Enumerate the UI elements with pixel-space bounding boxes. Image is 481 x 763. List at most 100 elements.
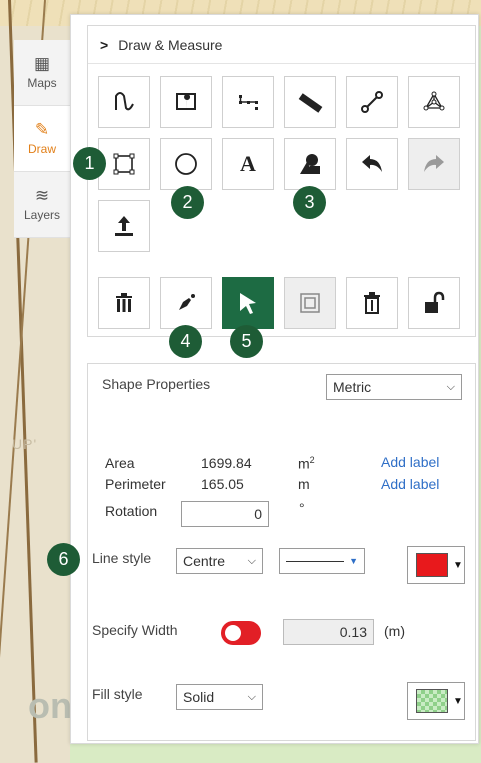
area-unit: m2 xyxy=(298,455,315,472)
map-label: UP' xyxy=(12,436,38,452)
caret-down-icon: ▼ xyxy=(453,695,463,707)
circle-tool-button[interactable] xyxy=(160,138,212,190)
units-value: Metric xyxy=(333,379,372,395)
solid-line-icon xyxy=(286,560,344,562)
rotation-input[interactable]: 0 xyxy=(181,501,269,527)
group-select-icon xyxy=(300,293,320,313)
draw-measure-panel: > Draw & Measure A Shape Properties Metr… xyxy=(70,14,479,744)
area-value: 1699.84 xyxy=(201,455,252,471)
panel-header[interactable]: > Draw & Measure xyxy=(88,26,475,64)
measure-ruler-button[interactable] xyxy=(284,76,336,128)
tab-label: Maps xyxy=(27,76,57,90)
perimeter-value: 165.05 xyxy=(201,476,244,492)
map-label: on xyxy=(28,685,72,726)
text-tool-button[interactable]: A xyxy=(222,138,274,190)
specify-width-toggle[interactable] xyxy=(221,621,261,645)
callout-badge: 2 xyxy=(171,186,204,219)
layers-icon: ≋ xyxy=(34,186,50,205)
rotation-value: 0 xyxy=(254,506,262,522)
line-color-swatch xyxy=(416,553,448,577)
caret-down-icon: ▼ xyxy=(349,556,358,566)
line-position-select[interactable]: Centre ⌵ xyxy=(176,548,263,574)
fill-color-swatch xyxy=(416,689,448,713)
shape-fill-icon xyxy=(300,154,320,174)
toggle-knob xyxy=(225,625,241,641)
redo-button[interactable] xyxy=(408,138,460,190)
chevron-right-icon[interactable]: > xyxy=(100,37,108,53)
shape-properties-title: Shape Properties xyxy=(102,376,211,392)
units-select[interactable]: Metric ⌵ xyxy=(326,374,462,400)
tab-label: Draw xyxy=(27,142,56,156)
caret-down-icon: ▼ xyxy=(453,559,463,571)
edit-shape-button[interactable] xyxy=(160,277,212,329)
callout-badge: 6 xyxy=(47,543,80,576)
callout-badge: 5 xyxy=(230,325,263,358)
shape-properties-card: Shape Properties Metric ⌵ Area 1699.84 m… xyxy=(87,363,476,741)
polygon-tool-button[interactable] xyxy=(408,76,460,128)
area-add-label-link[interactable]: Add label xyxy=(381,454,439,470)
import-button[interactable] xyxy=(98,200,150,252)
panel-title: Draw & Measure xyxy=(118,36,223,53)
undo-button[interactable] xyxy=(346,138,398,190)
width-value: 0.13 xyxy=(339,624,367,640)
redo-icon xyxy=(424,155,444,172)
fill-style-value: Solid xyxy=(183,689,215,705)
line-dash-select[interactable]: ▼ xyxy=(279,548,365,574)
specify-width-label: Specify Width xyxy=(92,622,178,638)
place-marker-icon xyxy=(176,93,196,110)
group-select-button[interactable] xyxy=(284,277,336,329)
tools-card: > Draw & Measure A xyxy=(87,25,476,281)
delete-all-icon xyxy=(116,293,132,312)
chevron-down-icon: ⌵ xyxy=(446,380,455,393)
shape-fill-button[interactable] xyxy=(284,138,336,190)
grid-map-icon: ▦ xyxy=(33,54,51,73)
edit-tools-card xyxy=(87,271,476,337)
freehand-tool-button[interactable] xyxy=(98,76,150,128)
rotation-label: Rotation xyxy=(105,503,158,519)
line-tool-button[interactable] xyxy=(346,76,398,128)
tab-draw[interactable]: ✎ Draw xyxy=(14,106,70,172)
callout-badge: 3 xyxy=(293,186,326,219)
pencil-icon: ✎ xyxy=(34,120,50,139)
line-position-value: Centre xyxy=(183,553,226,569)
chevron-down-icon: ⌵ xyxy=(247,554,256,567)
width-input[interactable]: 0.13 xyxy=(283,619,374,645)
ruler-icon xyxy=(298,93,323,113)
delete-icon xyxy=(364,292,380,314)
delete-button[interactable] xyxy=(346,277,398,329)
callout-badge: 4 xyxy=(169,325,202,358)
path-tool-button[interactable] xyxy=(222,76,274,128)
edit-pen-icon xyxy=(179,294,195,310)
path-nodes-icon xyxy=(239,95,258,110)
width-unit: (m) xyxy=(384,623,405,639)
chevron-down-icon: ⌵ xyxy=(247,690,256,703)
circle-icon xyxy=(175,153,197,175)
area-label: Area xyxy=(105,455,135,471)
text-icon: A xyxy=(240,151,256,176)
polygon-vertices-icon xyxy=(423,91,445,111)
unlock-icon xyxy=(425,291,445,313)
fill-color-button[interactable]: ▼ xyxy=(407,682,465,720)
perimeter-label: Perimeter xyxy=(105,476,166,492)
rectangle-icon xyxy=(113,153,135,175)
select-pointer-icon xyxy=(240,293,256,314)
line-segment-icon xyxy=(361,91,383,113)
lock-button[interactable] xyxy=(408,277,460,329)
rotation-unit: ° xyxy=(299,500,305,516)
callout-badge: 1 xyxy=(73,147,106,180)
delete-all-button[interactable] xyxy=(98,277,150,329)
fill-style-label: Fill style xyxy=(92,686,143,702)
undo-icon xyxy=(362,155,382,172)
perimeter-unit: m xyxy=(298,476,310,492)
perimeter-add-label-link[interactable]: Add label xyxy=(381,476,439,492)
fill-style-select[interactable]: Solid ⌵ xyxy=(176,684,263,710)
select-tool-button[interactable] xyxy=(222,277,274,329)
tab-maps[interactable]: ▦ Maps xyxy=(14,40,70,106)
import-upload-icon xyxy=(115,216,133,236)
line-style-label: Line style xyxy=(92,550,152,566)
tab-layers[interactable]: ≋ Layers xyxy=(14,172,70,238)
side-tab-strip: ▦ Maps ✎ Draw ≋ Layers xyxy=(14,40,70,238)
freehand-draw-icon xyxy=(115,92,134,111)
line-color-button[interactable]: ▼ xyxy=(407,546,465,584)
place-marker-button[interactable] xyxy=(160,76,212,128)
